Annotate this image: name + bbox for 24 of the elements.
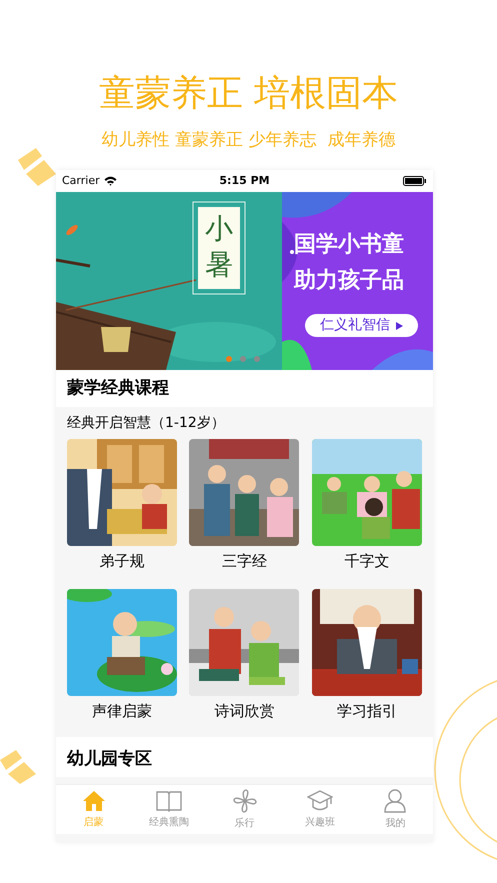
banner-text: 助力孩子品 bbox=[294, 267, 404, 295]
subheadline: 幼儿养性 童蒙养正 少年养志 成年养德 bbox=[102, 129, 396, 152]
battery-icon bbox=[402, 176, 427, 186]
course-label[interactable]: 千字文 bbox=[344, 550, 390, 572]
graduation-cap-icon bbox=[306, 790, 333, 812]
wifi-icon bbox=[104, 176, 117, 186]
section-title: 蒙学经典课程 bbox=[66, 376, 170, 400]
headline: 童蒙养正 培根固本 bbox=[98, 72, 398, 116]
course-label[interactable]: 声律启蒙 bbox=[92, 700, 152, 722]
course-label[interactable]: 三字经 bbox=[222, 550, 267, 572]
course-label[interactable]: 弟子规 bbox=[100, 550, 145, 572]
book-icon bbox=[156, 790, 182, 812]
status-time: 5:15 PM bbox=[219, 172, 270, 189]
section-title: 幼儿园专区 bbox=[66, 748, 153, 772]
banner-text: 国学小书童 bbox=[294, 230, 404, 259]
home-icon bbox=[82, 790, 106, 812]
play-icon bbox=[396, 322, 403, 330]
course-label[interactable]: 诗词欣赏 bbox=[214, 700, 274, 722]
carrier-text: Carrier bbox=[62, 172, 100, 189]
person-icon bbox=[384, 788, 406, 812]
fan-icon bbox=[232, 788, 257, 812]
banner-button[interactable]: 仁义礼智信 bbox=[305, 314, 418, 337]
section-subtitle: 经典开启智慧（1-12岁） bbox=[67, 414, 226, 433]
course-label[interactable]: 学习指引 bbox=[336, 700, 397, 722]
